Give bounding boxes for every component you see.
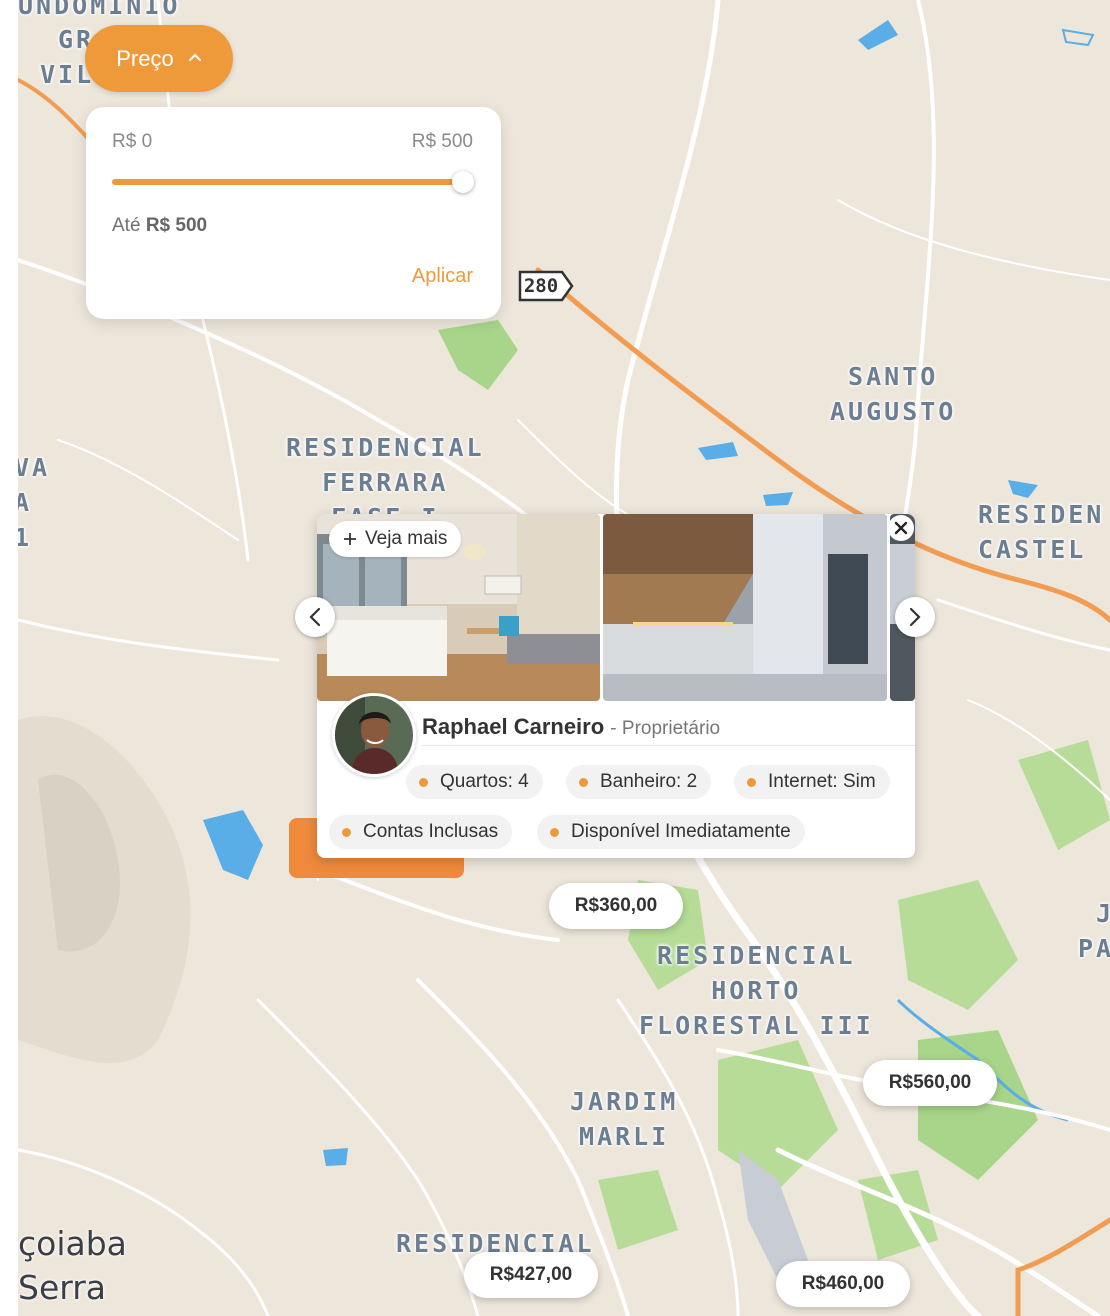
feature-chip-disponivel: Disponível Imediatamente xyxy=(537,815,805,849)
price-min-label: R$ 0 xyxy=(112,131,153,152)
dot-icon xyxy=(747,777,756,787)
map-label-va: VA A 1 xyxy=(18,453,51,552)
road-shield-number: 280 xyxy=(523,275,559,297)
price-max-label: R$ 500 xyxy=(411,131,473,152)
price-summary-value: R$ 500 xyxy=(145,215,208,236)
dot-icon xyxy=(550,827,559,837)
price-slider-handle[interactable] xyxy=(452,171,474,193)
price-filter-button[interactable]: Preço xyxy=(85,25,233,92)
owner-name: Raphael Carneiro xyxy=(422,714,605,739)
owner-line: Raphael Carneiro - Proprietário xyxy=(422,714,720,740)
owner-avatar xyxy=(332,693,416,777)
owner-role: - Proprietário xyxy=(610,718,721,739)
chevron-up-icon xyxy=(188,53,201,61)
dot-icon xyxy=(419,777,428,787)
property-card: Veja mais Raphael Carneiro - Proprietári… xyxy=(317,514,915,858)
map-label-condominio: UNDOMINIO xyxy=(18,0,181,20)
photo-carousel[interactable]: Veja mais xyxy=(317,514,915,701)
feature-chip-contas: Contas Inclusas xyxy=(329,815,513,849)
chevron-right-icon xyxy=(909,607,921,627)
photo-kitchen[interactable] xyxy=(603,514,887,701)
price-slider-track[interactable] xyxy=(112,179,464,185)
chevron-left-icon xyxy=(309,607,321,627)
price-pin-360[interactable]: R$360,00 xyxy=(549,883,683,929)
plus-icon xyxy=(344,533,356,545)
feature-chip-quartos: Quartos: 4 xyxy=(406,765,543,799)
map-label-horto-florestal: RESIDENCIAL HORTO FLORESTAL III xyxy=(639,941,874,1040)
map-label-castel: RESIDEN CASTEL xyxy=(978,500,1105,564)
road-shield-icon: 280 xyxy=(516,268,576,304)
price-filter-panel: R$ 0 R$ 500 Até R$ 500 Aplicar xyxy=(86,107,501,319)
map-label-jardim-marli: JARDIM MARLI xyxy=(570,1087,679,1151)
map-label-santo-augusto: SANTO AUGUSTO xyxy=(830,362,957,426)
dot-icon xyxy=(579,777,588,787)
carousel-prev-button[interactable] xyxy=(295,597,335,637)
feature-chip-internet: Internet: Sim xyxy=(734,765,890,799)
price-filter-label: Preço xyxy=(116,45,174,71)
veja-mais-button[interactable]: Veja mais xyxy=(329,521,462,557)
dot-icon xyxy=(342,827,351,837)
close-card-button[interactable] xyxy=(888,515,914,541)
apply-button[interactable]: Aplicar xyxy=(412,265,473,288)
close-icon xyxy=(894,521,908,535)
card-divider xyxy=(422,745,915,746)
carousel-next-button[interactable] xyxy=(895,597,935,637)
veja-mais-label: Veja mais xyxy=(365,528,448,549)
price-summary: Até R$ 500 xyxy=(112,215,208,236)
price-pin-460[interactable]: R$460,00 xyxy=(776,1261,910,1307)
map-label-jpa: J PA xyxy=(1078,899,1110,963)
city-label: çoiaba Serra xyxy=(18,1224,127,1307)
price-pin-560[interactable]: R$560,00 xyxy=(863,1060,997,1106)
price-pin-427[interactable]: R$427,00 xyxy=(464,1252,598,1298)
feature-chip-banheiro: Banheiro: 2 xyxy=(566,765,712,799)
